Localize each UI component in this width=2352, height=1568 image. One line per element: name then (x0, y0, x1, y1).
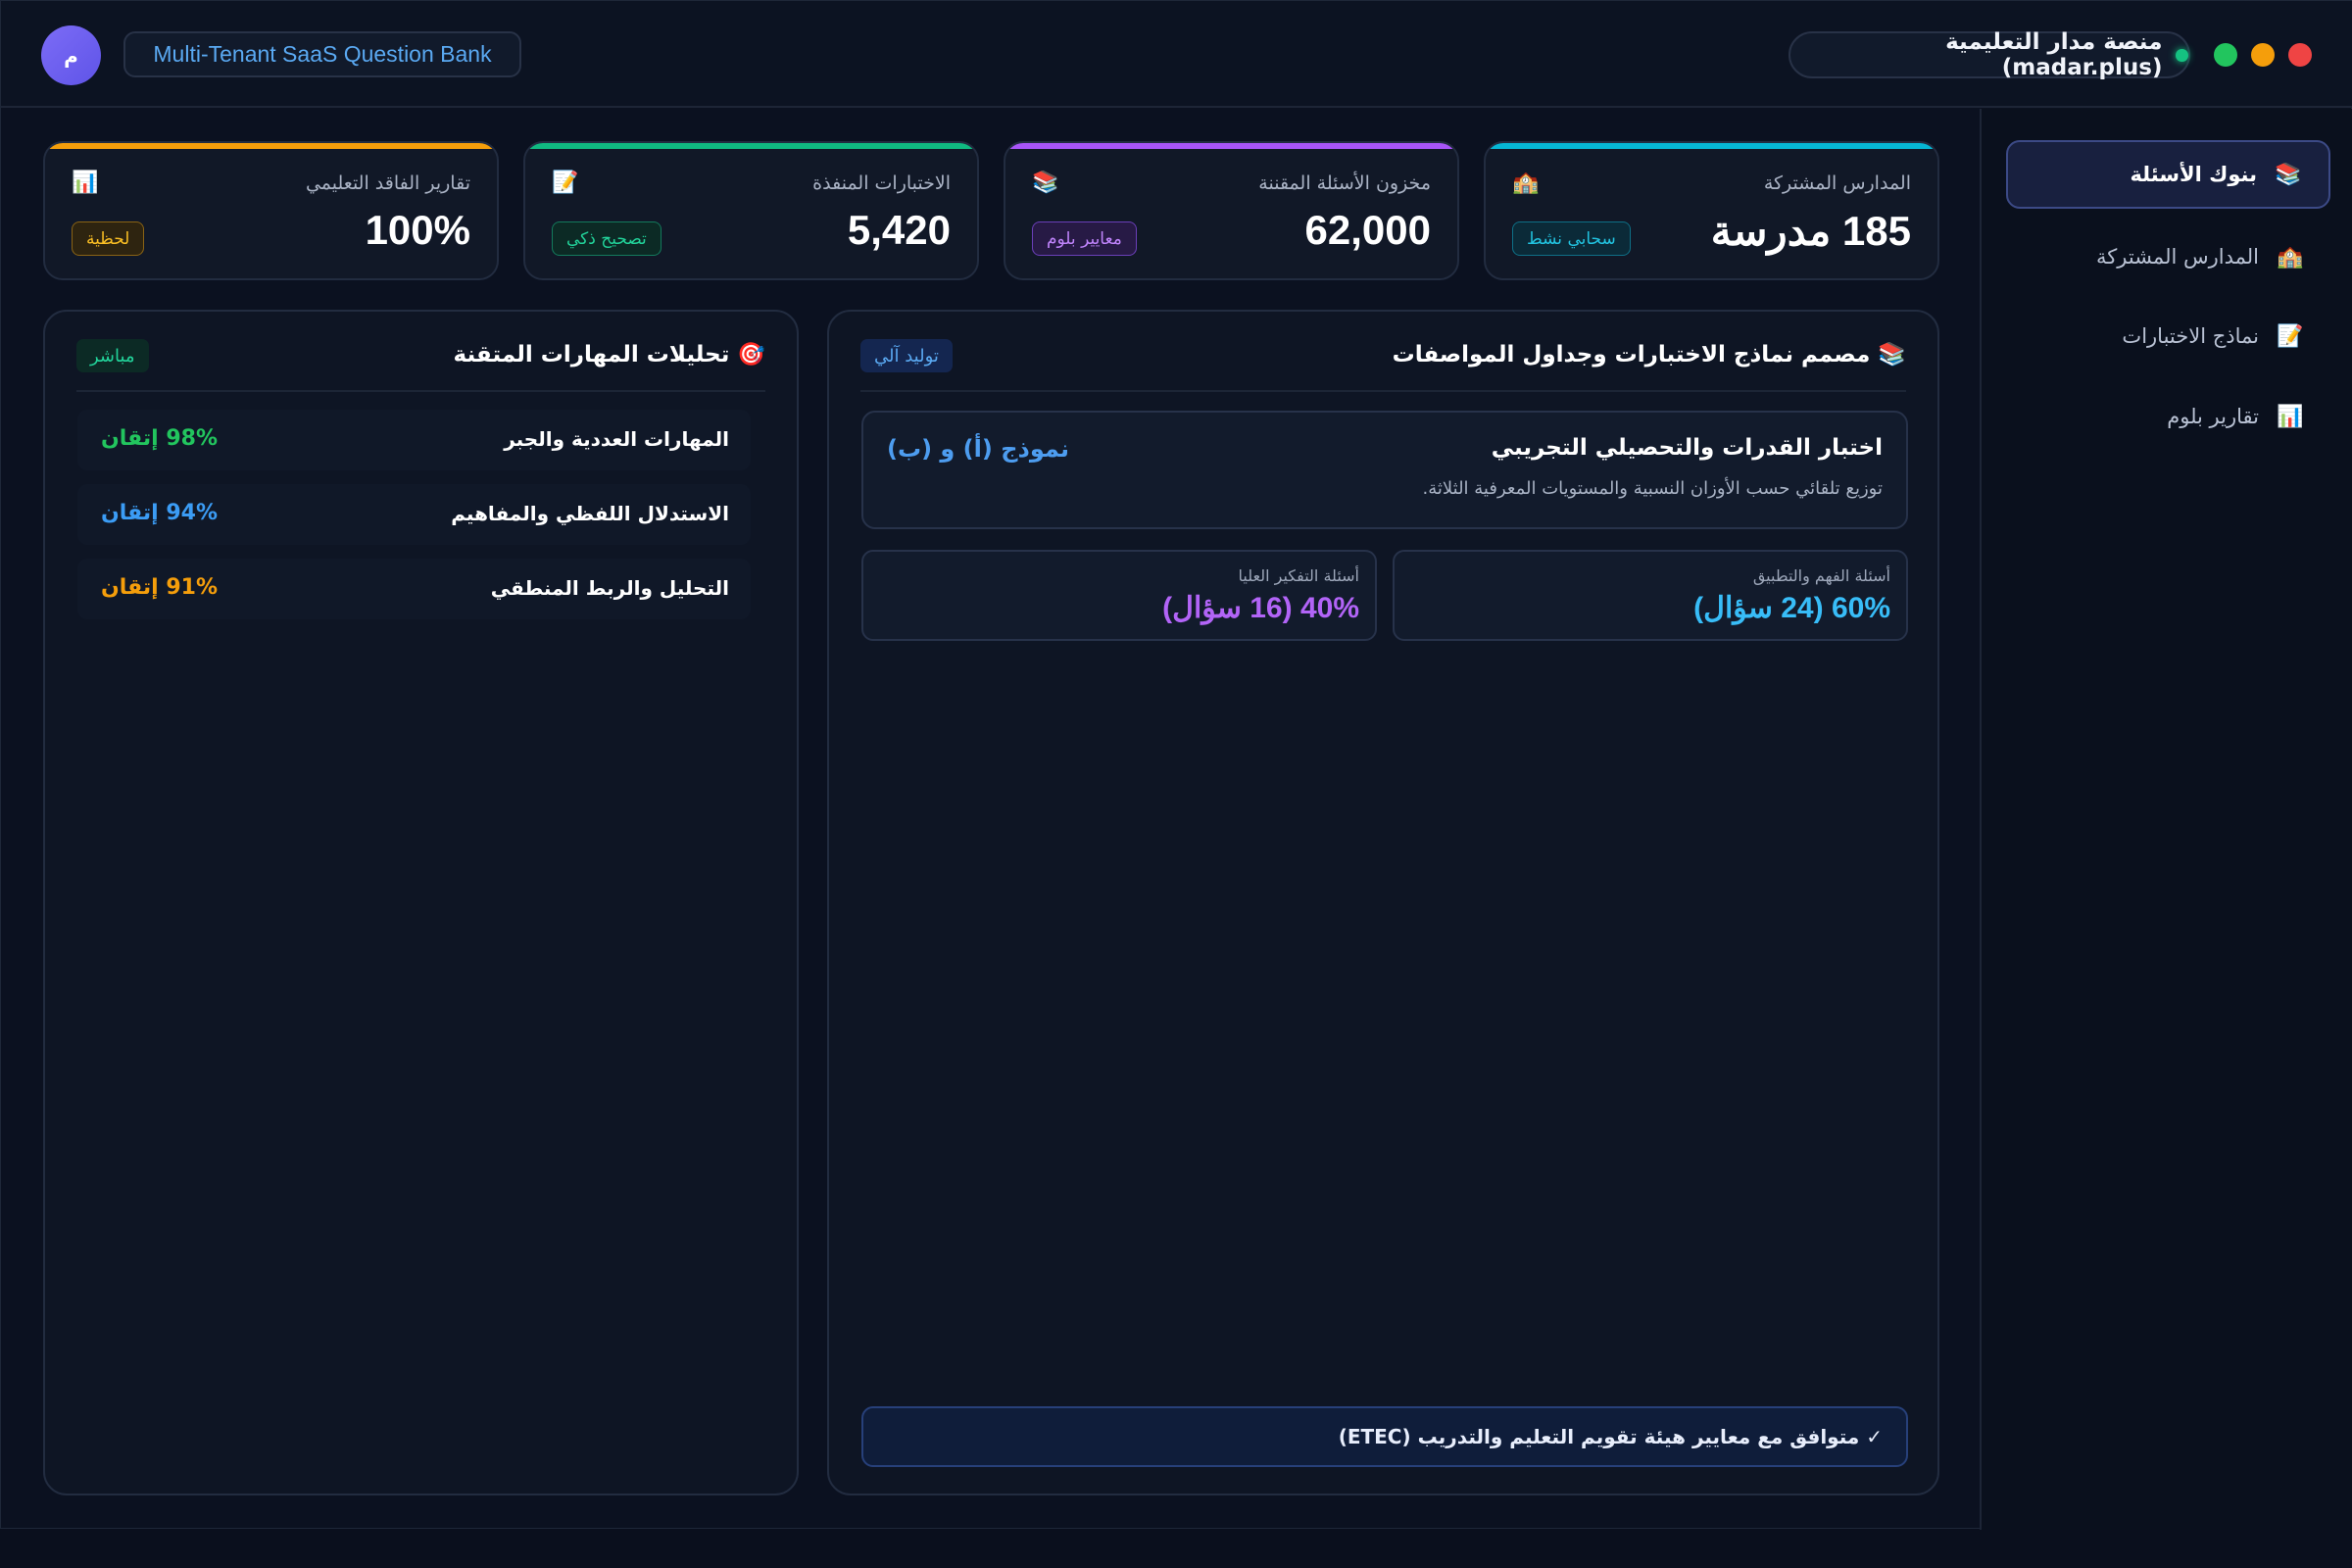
distribution-card-comprehension: أسئلة الفهم والتطبيق 60% (24 سؤال) (1393, 550, 1908, 641)
divider (76, 390, 765, 392)
panel-title: 🎯 تحليلات المهارات المتقنة (453, 342, 765, 368)
status-badge: معايير بلوم (1032, 221, 1137, 256)
stat-card-questions: مخزون الأسئلة المقننة 📚 62,000 معايير بل… (1004, 141, 1459, 280)
top-bar: م Multi-Tenant SaaS Question Bank منصة م… (1, 1, 2352, 108)
window-minimize-icon[interactable] (2251, 43, 2275, 67)
sidebar-item-label: نماذج الاختبارات (2122, 324, 2259, 348)
platform-pill[interactable]: منصة مدار التعليمية (madar.plus) (1788, 29, 2190, 80)
status-badge: تصحيح ذكي (552, 221, 662, 256)
stat-card-schools: المدارس المشتركة 🏫 185 مدرسة سحابي نشط (1484, 141, 1939, 280)
skill-mastery: 94% إتقان (101, 501, 219, 525)
window-maximize-icon[interactable] (2214, 43, 2237, 67)
stat-card-exams: الاختبارات المنفذة 📝 5,420 تصحيح ذكي (523, 141, 979, 280)
stat-label: الاختبارات المنفذة (812, 172, 951, 194)
exam-title: اختبار القدرات والتحصيلي التجريبي (1491, 435, 1883, 461)
skill-name: التحليل والربط المنطقي (490, 576, 729, 600)
skill-name: الاستدلال اللفظي والمفاهيم (451, 502, 729, 525)
compliance-banner: ✓ متوافق مع معايير هيئة تقويم التعليم وا… (861, 1406, 1908, 1467)
status-dot-icon (2176, 48, 2188, 62)
sidebar-item-exam-models[interactable]: 📝 نماذج الاختبارات (2006, 302, 2330, 370)
sidebar-item-bloom-reports[interactable]: 📊 تقارير بلوم (2006, 382, 2330, 451)
stat-value: 62,000 (1304, 207, 1431, 253)
skill-row[interactable]: الاستدلال اللفظي والمفاهيم 94% إتقان (77, 484, 751, 545)
auto-generate-badge[interactable]: توليد آلي (860, 339, 953, 372)
exam-card[interactable]: اختبار القدرات والتحصيلي التجريبي توزيع … (861, 411, 1908, 529)
distribution-value: 40% (16 سؤال) (1162, 592, 1359, 624)
memo-icon: 📝 (2277, 323, 2304, 349)
skill-name: المهارات العددية والجبر (504, 427, 729, 451)
skills-analytics-panel: 🎯 تحليلات المهارات المتقنة مباشر المهارا… (43, 310, 799, 1495)
stat-label: تقارير الفاقد التعليمي (305, 172, 470, 194)
card-accent-bar (1486, 143, 1937, 149)
window-close-icon[interactable] (2288, 43, 2312, 67)
live-badge: مباشر (76, 339, 149, 372)
sidebar-item-schools[interactable]: 🏫 المدارس المشتركة (2006, 222, 2330, 291)
school-icon: 🏫 (2277, 244, 2304, 270)
stat-label: المدارس المشتركة (1763, 172, 1911, 194)
exam-model-label[interactable]: نموذج (أ) و (ب) (887, 435, 1069, 463)
bar-chart-icon: 📊 (2277, 404, 2304, 429)
status-badge: لحظية (72, 221, 145, 256)
stat-card-reports: تقارير الفاقد التعليمي 📊 100% لحظية (43, 141, 499, 280)
sidebar-item-label: بنوك الأسئلة (2130, 163, 2257, 186)
books-icon: 📚 (1032, 171, 1059, 195)
sidebar-item-label: تقارير بلوم (2167, 405, 2259, 428)
skill-mastery: 91% إتقان (101, 575, 219, 600)
stat-value: 185 مدرسة (1710, 208, 1911, 254)
skill-row[interactable]: المهارات العددية والجبر 98% إتقان (77, 410, 751, 470)
card-accent-bar (525, 143, 977, 149)
skill-mastery: 98% إتقان (101, 426, 219, 451)
school-icon: 🏫 (1512, 171, 1540, 195)
stat-label: مخزون الأسئلة المقننة (1258, 172, 1431, 194)
bar-chart-icon: 📊 (72, 171, 99, 195)
card-accent-bar (45, 143, 497, 149)
distribution-label: أسئلة التفكير العليا (1238, 566, 1360, 585)
memo-icon: 📝 (552, 171, 579, 195)
exam-designer-panel: 📚 مصمم نماذج الاختبارات وجداول المواصفات… (827, 310, 1939, 1495)
distribution-value: 60% (24 سؤال) (1693, 592, 1890, 624)
panel-title: 📚 مصمم نماذج الاختبارات وجداول المواصفات (1392, 342, 1906, 368)
distribution-label: أسئلة الفهم والتطبيق (1752, 566, 1890, 585)
status-badge: سحابي نشط (1512, 221, 1631, 256)
divider (860, 390, 1906, 392)
skill-row[interactable]: التحليل والربط المنطقي 91% إتقان (77, 559, 751, 619)
app-tag: Multi-Tenant SaaS Question Bank (123, 31, 521, 77)
avatar[interactable]: م (41, 25, 101, 85)
distribution-card-higher-thinking: أسئلة التفكير العليا 40% (16 سؤال) (861, 550, 1377, 641)
stat-value: 5,420 (847, 207, 951, 253)
card-accent-bar (1005, 143, 1457, 149)
books-icon: 📚 (2275, 162, 2302, 187)
exam-description: توزيع تلقائي حسب الأوزان النسبية والمستو… (1422, 478, 1883, 499)
platform-name: منصة مدار التعليمية (madar.plus) (1945, 29, 2163, 80)
sidebar-item-label: المدارس المشتركة (2096, 245, 2259, 269)
app-window: م Multi-Tenant SaaS Question Bank منصة م… (0, 0, 2352, 1530)
sidebar-item-question-banks[interactable]: 📚 بنوك الأسئلة (2006, 140, 2330, 209)
stat-value: 100% (365, 207, 470, 253)
sidebar: 📚 بنوك الأسئلة 🏫 المدارس المشتركة 📝 نماذ… (1980, 109, 2352, 1530)
